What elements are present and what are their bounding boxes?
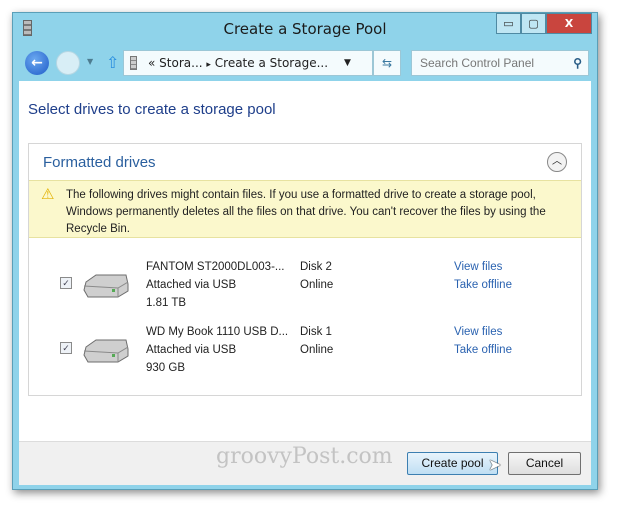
hard-drive-icon — [83, 274, 129, 298]
disk-number: Disk 1 — [300, 326, 332, 338]
up-arrow-icon[interactable]: ⇧ — [106, 53, 119, 72]
drive-name: WD My Book 1110 USB D... — [146, 326, 289, 338]
warning-icon: ⚠ — [41, 185, 55, 203]
drive-name: FANTOM ST2000DL003-... — [146, 261, 285, 273]
address-bar[interactable]: « Stora... ▸ Create a Storage... ▼ — [123, 50, 373, 76]
breadcrumb-separator: ▸ — [206, 60, 211, 70]
hard-drive-icon — [83, 339, 129, 363]
search-input[interactable]: Search Control Panel ⚲ — [411, 50, 589, 76]
page-title: Select drives to create a storage pool — [28, 101, 276, 118]
mouse-cursor-icon: ➤ — [488, 455, 502, 474]
search-placeholder: Search Control Panel — [420, 56, 535, 70]
breadcrumb: « Stora... ▸ Create a Storage... — [148, 51, 328, 77]
warning-banner: ⚠ The following drives might contain fil… — [29, 180, 581, 238]
take-offline-link[interactable]: Take offline — [454, 341, 512, 359]
content-area: Select drives to create a storage pool F… — [19, 81, 591, 441]
drive-checkbox[interactable]: ✓ — [60, 277, 72, 289]
drive-row: ✓ FANTOM ST2000DL003-... Attached via US… — [29, 261, 581, 326]
forward-button[interactable] — [56, 51, 80, 75]
watermark: groovyPost.com — [216, 444, 393, 469]
disk-status: Online — [300, 344, 334, 356]
warning-text: The following drives might contain files… — [66, 189, 546, 235]
cancel-button[interactable]: Cancel — [508, 452, 581, 475]
section-title: Formatted drives — [43, 154, 156, 171]
view-files-link[interactable]: View files — [454, 258, 502, 276]
navigation-bar: ← ▼ ⇧ « Stora... ▸ Create a Storage... ▼… — [13, 47, 597, 79]
breadcrumb-storage[interactable]: Stora... — [159, 56, 202, 70]
drive-connection: Attached via USB — [146, 279, 237, 291]
recent-pages-dropdown[interactable]: ▼ — [87, 57, 93, 66]
drive-size: 1.81 TB — [146, 297, 187, 309]
breadcrumb-current[interactable]: Create a Storage... — [215, 56, 328, 70]
drive-row: ✓ WD My Book 1110 USB D... Attached via … — [29, 326, 581, 391]
minimize-button[interactable]: ▭ — [496, 13, 521, 34]
refresh-button[interactable]: ⇆ — [373, 50, 401, 76]
disk-status: Online — [300, 279, 334, 291]
drive-connection: Attached via USB — [146, 344, 237, 356]
create-pool-button[interactable]: Create pool — [407, 452, 498, 475]
take-offline-link[interactable]: Take offline — [454, 276, 512, 294]
chevron-down-icon[interactable]: ▼ — [344, 51, 351, 75]
window: Create a Storage Pool ▭ ▢ X ← ▼ ⇧ « Stor… — [12, 12, 598, 490]
drive-size: 930 GB — [146, 362, 185, 374]
dialog-footer: groovyPost.com Create pool Cancel — [19, 441, 591, 485]
storage-icon — [130, 56, 137, 70]
breadcrumb-overflow[interactable]: « — [148, 56, 155, 70]
maximize-button[interactable]: ▢ — [521, 13, 546, 34]
close-button[interactable]: X — [546, 13, 592, 34]
search-icon[interactable]: ⚲ — [573, 51, 582, 75]
formatted-drives-panel: Formatted drives ︿ ⚠ The following drive… — [28, 143, 582, 396]
back-button[interactable]: ← — [25, 51, 49, 75]
view-files-link[interactable]: View files — [454, 323, 502, 341]
drive-checkbox[interactable]: ✓ — [60, 342, 72, 354]
collapse-button[interactable]: ︿ — [547, 152, 567, 172]
disk-number: Disk 2 — [300, 261, 332, 273]
